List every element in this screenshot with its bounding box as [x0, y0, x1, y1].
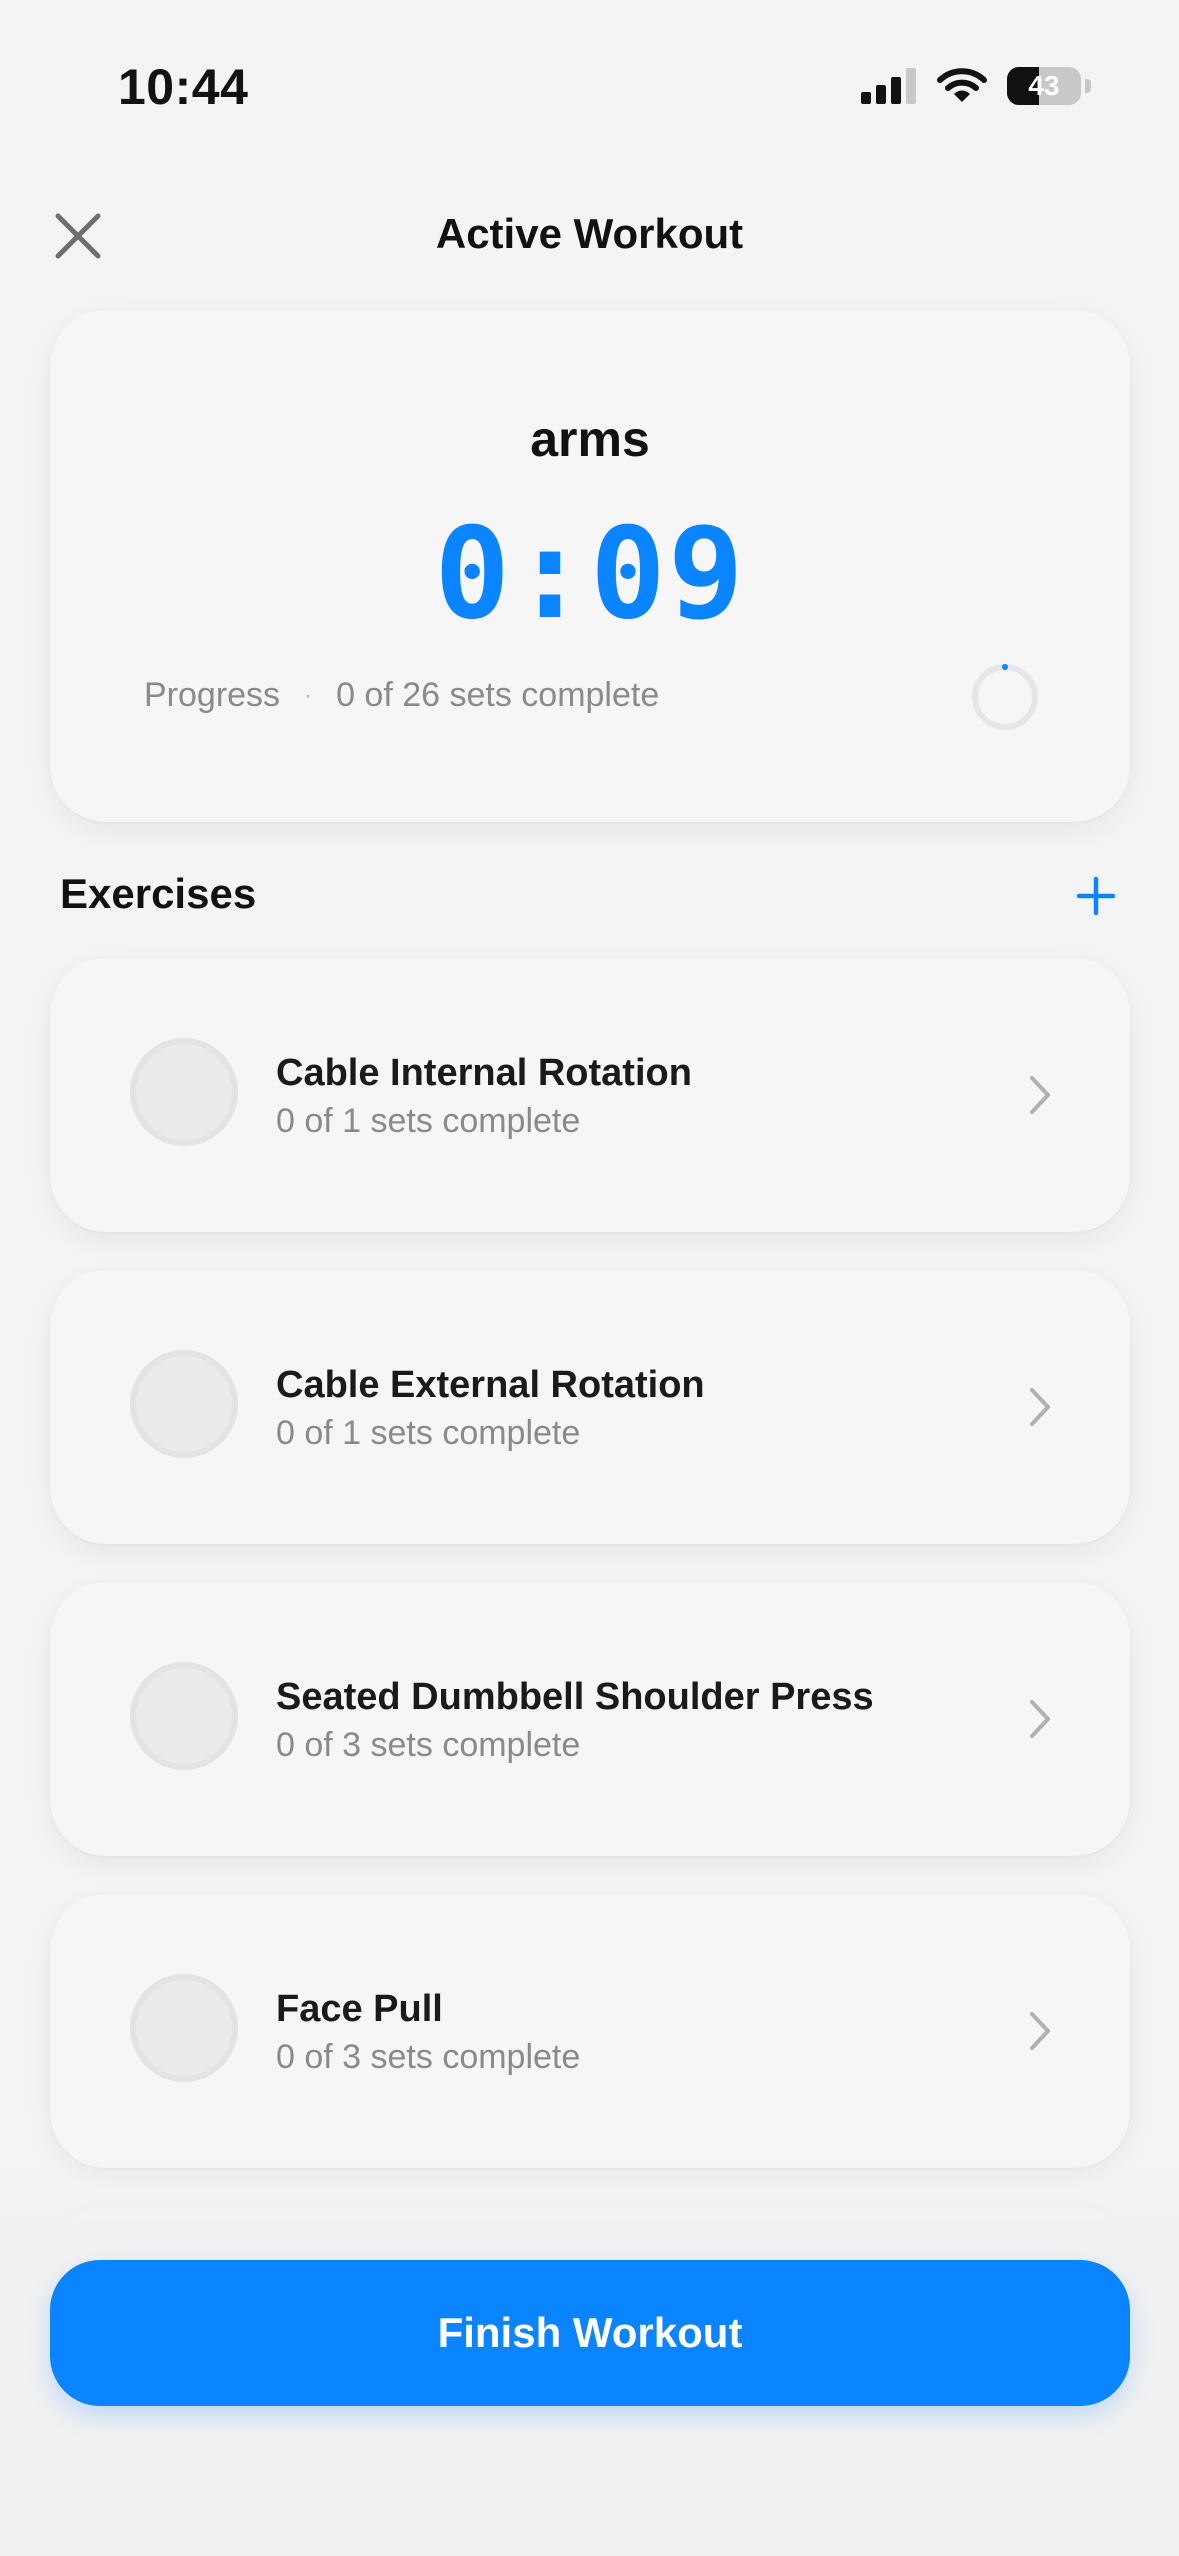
exercise-status-circle [130, 1038, 238, 1146]
status-icons: 43 [861, 64, 1091, 108]
status-time: 10:44 [118, 59, 249, 115]
page-title: Active Workout [435, 210, 744, 257]
exercise-status-circle [130, 1662, 238, 1770]
chevron-right-icon [1030, 1700, 1050, 1738]
plus-icon [1076, 876, 1116, 916]
exercise-card[interactable]: Cable External Rotation 0 of 1 sets comp… [50, 1270, 1130, 1544]
exercise-card[interactable]: Face Pull 0 of 3 sets complete [50, 1894, 1130, 2168]
exercise-name: Cable External Rotation [276, 1364, 705, 1406]
exercise-status-circle [130, 1350, 238, 1458]
exercise-name: Seated Dumbbell Shoulder Press [276, 1676, 874, 1718]
exercise-sets-status: 0 of 1 sets complete [276, 1414, 581, 1452]
finish-workout-button[interactable]: Finish Workout [50, 2260, 1130, 2406]
status-bar: 10:44 43 [0, 0, 1179, 160]
exercise-card[interactable]: Cable Internal Rotation 0 of 1 sets comp… [50, 958, 1130, 1232]
exercise-status-circle [130, 1974, 238, 2082]
workout-summary-card: arms 0:09 Progress · 0 of 26 sets comple… [50, 310, 1130, 822]
chevron-right-icon [1030, 1388, 1050, 1426]
exercise-card[interactable]: Seated Dumbbell Shoulder Press 0 of 3 se… [50, 1582, 1130, 1856]
exercise-sets-status: 0 of 1 sets complete [276, 1102, 581, 1140]
progress-text: 0 of 26 sets complete [336, 676, 660, 714]
cellular-signal-icon [861, 68, 916, 104]
chevron-right-icon [1030, 2012, 1050, 2050]
battery-nub [1085, 79, 1091, 93]
battery-percent: 43 [1028, 70, 1060, 101]
exercise-name: Face Pull [276, 1988, 443, 2030]
workout-name: arms [530, 411, 650, 467]
wifi-icon [937, 68, 987, 102]
battery-icon: 43 [1007, 67, 1081, 105]
exercise-name: Cable Internal Rotation [276, 1052, 692, 1094]
exercise-sets-status: 0 of 3 sets complete [276, 1726, 581, 1764]
exercises-title: Exercises [60, 870, 257, 917]
chevron-right-icon [1030, 1076, 1050, 1114]
progress-label: Progress [144, 676, 281, 714]
add-exercise-button[interactable] [1066, 866, 1126, 926]
exercise-sets-status: 0 of 3 sets complete [276, 2038, 581, 2076]
workout-timer: 0:09 [434, 500, 746, 647]
progress-ring-icon [972, 664, 1038, 730]
progress-separator: · [304, 681, 313, 709]
progress-row: Progress · 0 of 26 sets complete [144, 676, 659, 715]
